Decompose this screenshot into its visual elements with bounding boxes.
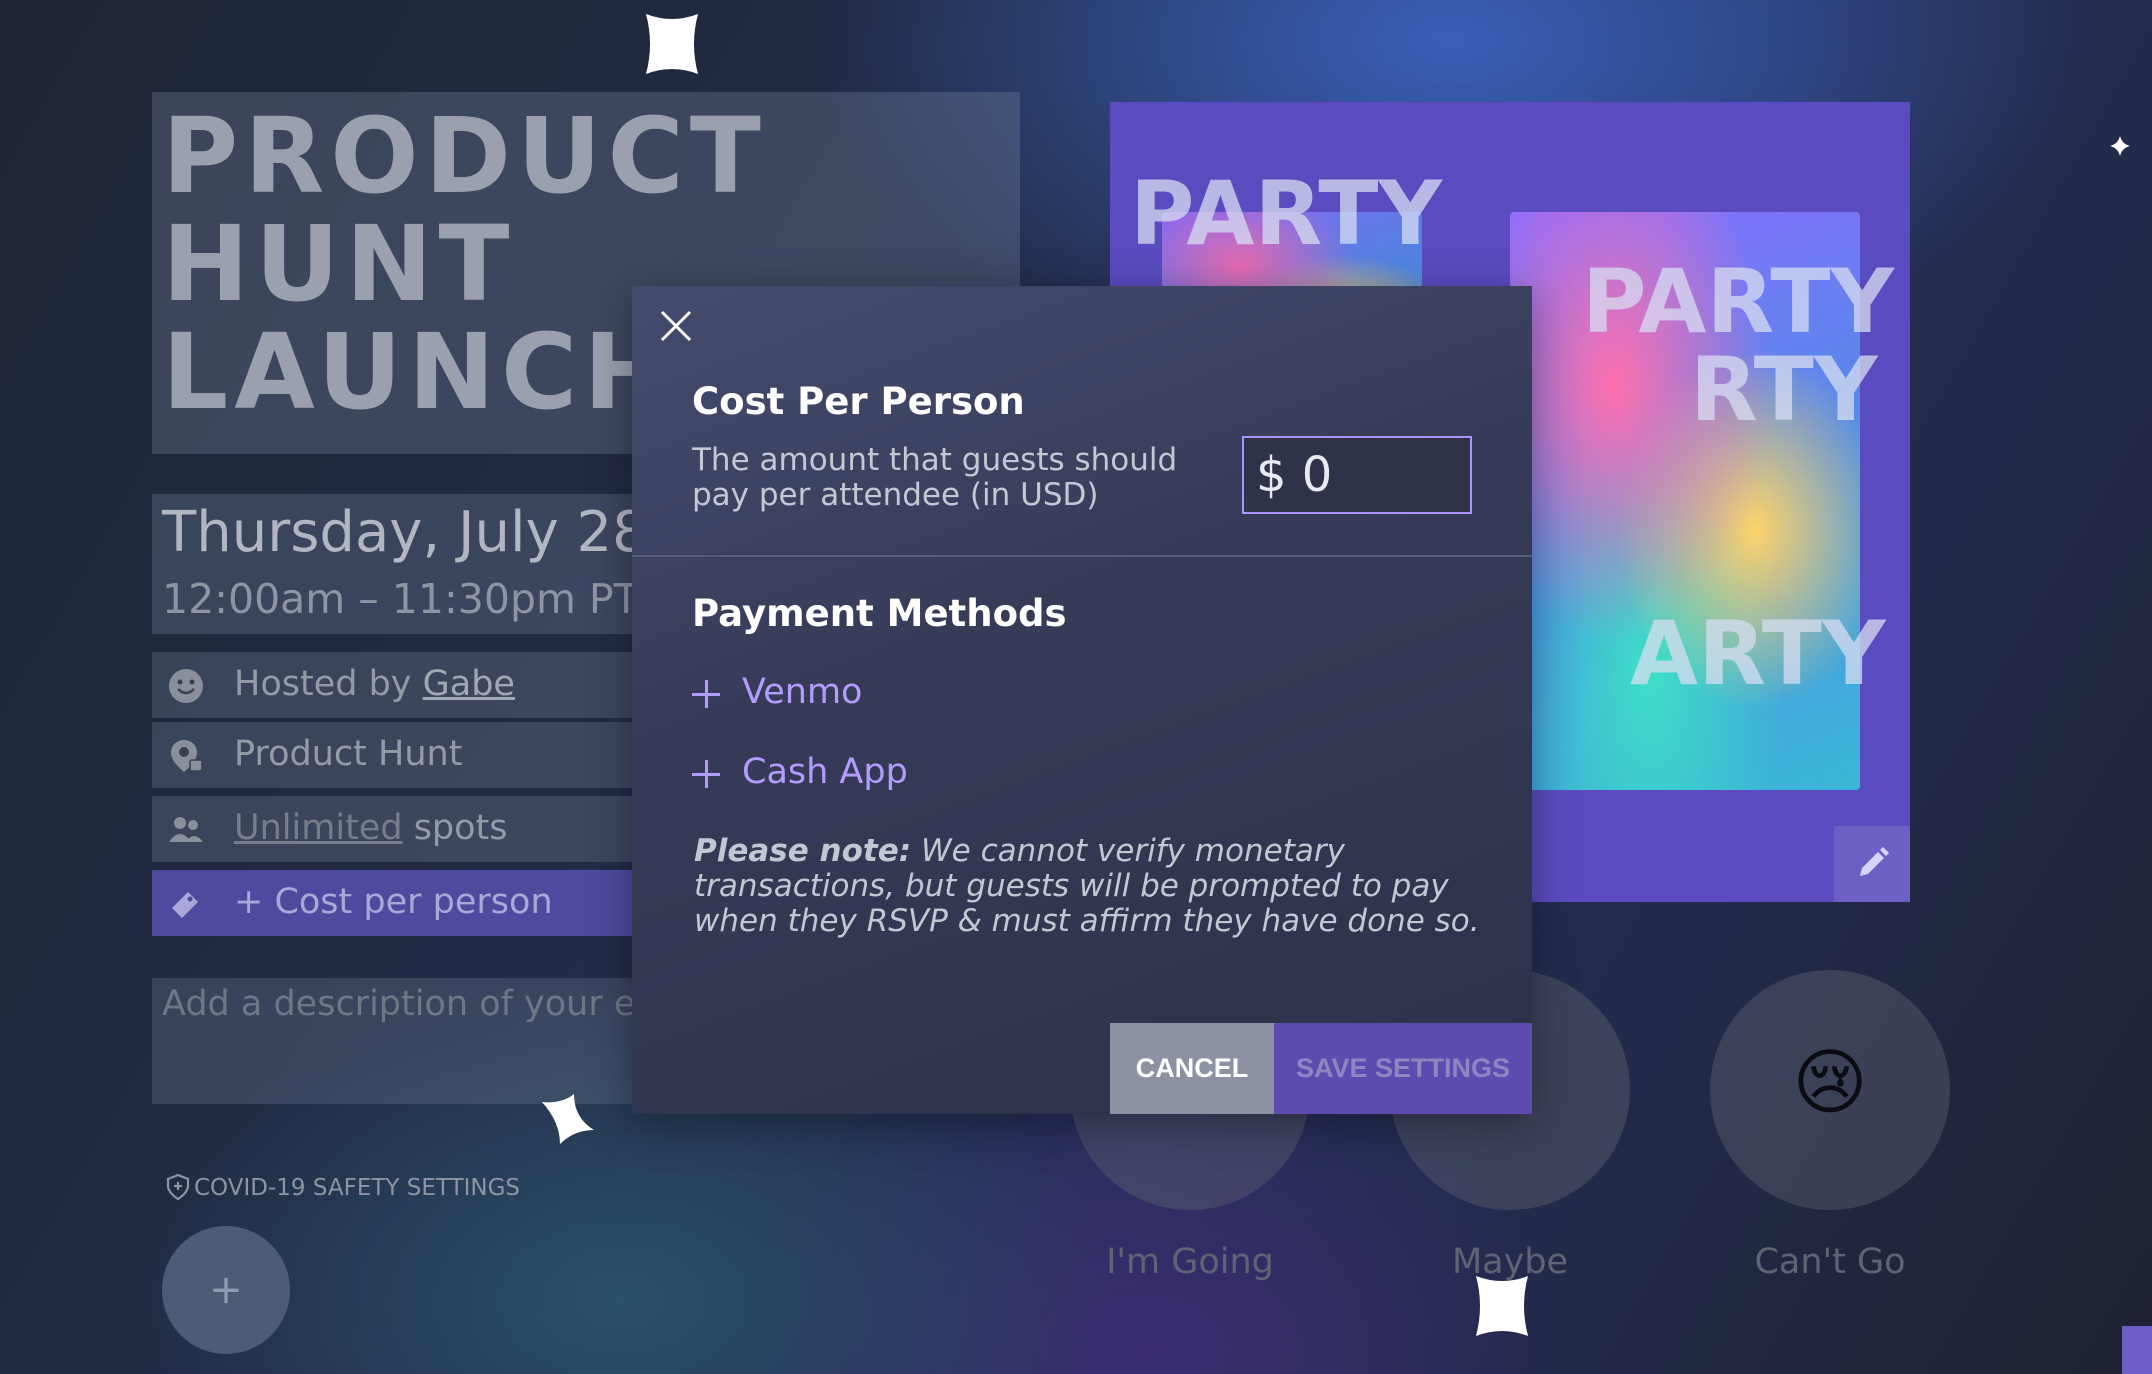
corner-tab[interactable] [2122, 1326, 2152, 1374]
payment-methods-title: Payment Methods [692, 592, 1067, 635]
cancel-button[interactable]: CANCEL [1110, 1023, 1274, 1114]
sparkle-icon [646, 14, 698, 74]
sparkle-icon [542, 1094, 594, 1144]
add-button[interactable]: + [162, 1226, 290, 1354]
covid-label: COVID-19 SAFETY SETTINGS [194, 1175, 521, 1201]
ticket-icon [172, 892, 198, 918]
sparkle-icon [2110, 136, 2130, 156]
save-settings-button[interactable]: SAVE SETTINGS [1274, 1023, 1532, 1114]
modal-divider [632, 555, 1532, 557]
rsvp-cant-go-button[interactable]: 😢 [1710, 970, 1950, 1210]
poster-word-4: ARTY [1630, 602, 1886, 705]
host-link[interactable]: Gabe [423, 664, 515, 704]
people-icon [169, 817, 203, 842]
cost-per-person-row[interactable]: + Cost per person [152, 870, 632, 936]
covid-settings-link[interactable]: COVID-19 SAFETY SETTINGS [166, 1173, 521, 1201]
plus-icon [692, 680, 720, 708]
cost-per-person-title: Cost Per Person [692, 380, 1025, 423]
cash-app-label: Cash App [742, 752, 908, 792]
location-pin-icon [171, 740, 203, 772]
location-row[interactable]: Product Hunt [152, 722, 632, 788]
poster-word-3: RTY [1690, 338, 1878, 441]
host-row[interactable]: Hosted by Gabe [152, 652, 632, 718]
rsvp-going-label: I'm Going [1106, 1242, 1274, 1282]
rsvp-cant-go-label: Can't Go [1754, 1242, 1906, 1282]
poster-word-1: PARTY [1130, 162, 1443, 265]
venmo-label: Venmo [742, 672, 863, 712]
note-bold: Please note: [694, 833, 912, 869]
smiley-icon [169, 669, 203, 703]
event-time: 12:00am – 11:30pm PT [162, 575, 639, 623]
spots-suffix: spots [413, 808, 508, 848]
spots-row[interactable]: Unlimited spots [152, 796, 632, 862]
add-cash-app-button[interactable]: Cash App [692, 752, 992, 798]
pencil-icon [1860, 847, 1889, 876]
edit-poster-button[interactable] [1834, 826, 1910, 902]
plus-icon [692, 760, 720, 788]
cost-description: The amount that guests should pay per at… [692, 442, 1178, 513]
cost-per-person-label: + Cost per person [234, 882, 553, 922]
cost-input[interactable] [1242, 436, 1472, 514]
host-prefix: Hosted by [234, 664, 412, 704]
close-icon[interactable] [656, 306, 696, 346]
sparkle-icon [1476, 1276, 1528, 1336]
shield-icon [166, 1173, 190, 1201]
event-date: Thursday, July 28 [162, 500, 648, 565]
add-venmo-button[interactable]: Venmo [692, 672, 992, 718]
location-text: Product Hunt [234, 734, 463, 774]
description-placeholder: Add a description of your event [162, 984, 642, 1024]
crying-emoji-icon: 😢 [1792, 1040, 1868, 1124]
payment-note: Please note: We cannot verify monetary t… [694, 834, 1494, 939]
spots-link[interactable]: Unlimited [234, 808, 403, 848]
